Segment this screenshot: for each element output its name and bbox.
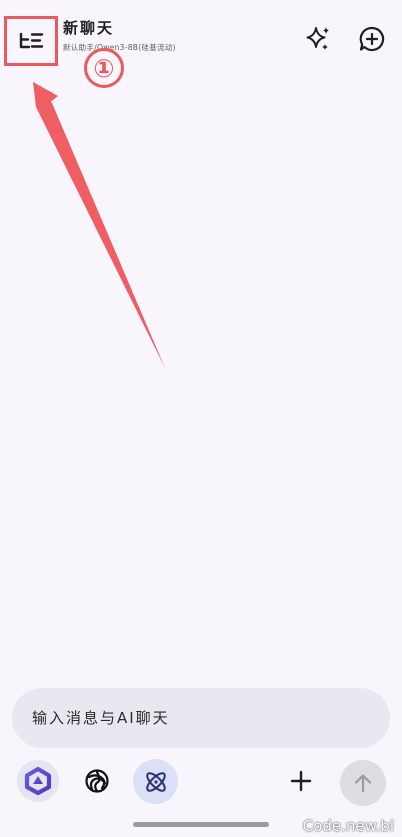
sparkle-button[interactable] bbox=[303, 24, 333, 54]
message-input[interactable] bbox=[12, 688, 390, 748]
attach-button[interactable] bbox=[286, 766, 316, 796]
model-subtitle[interactable]: 默认助手/Qwen3-8B(硅基流动) bbox=[63, 42, 176, 53]
qwen-logo-icon bbox=[24, 766, 52, 796]
page-title: 新聊天 bbox=[63, 19, 115, 37]
atom-logo-icon bbox=[145, 771, 166, 792]
knot-logo-icon bbox=[85, 769, 109, 793]
top-bar: 新聊天 默认助手/Qwen3-8B(硅基流动) ① bbox=[0, 0, 402, 88]
model-knot-button[interactable] bbox=[76, 760, 118, 802]
send-button[interactable] bbox=[340, 760, 386, 806]
model-qwen-button[interactable] bbox=[17, 760, 59, 802]
home-indicator[interactable] bbox=[133, 822, 269, 827]
sparkle-icon bbox=[306, 27, 329, 50]
new-chat-button[interactable] bbox=[357, 24, 387, 54]
sidebar-menu-button[interactable] bbox=[4, 16, 58, 66]
watermark: Code.new.bi bbox=[302, 817, 394, 835]
arrow-up-icon bbox=[354, 774, 372, 793]
sidebar-menu-icon bbox=[19, 32, 44, 49]
annotation-number: ① bbox=[84, 48, 124, 88]
chat-plus-icon bbox=[359, 26, 385, 52]
plus-icon bbox=[290, 770, 312, 792]
model-atom-button[interactable] bbox=[133, 759, 178, 804]
